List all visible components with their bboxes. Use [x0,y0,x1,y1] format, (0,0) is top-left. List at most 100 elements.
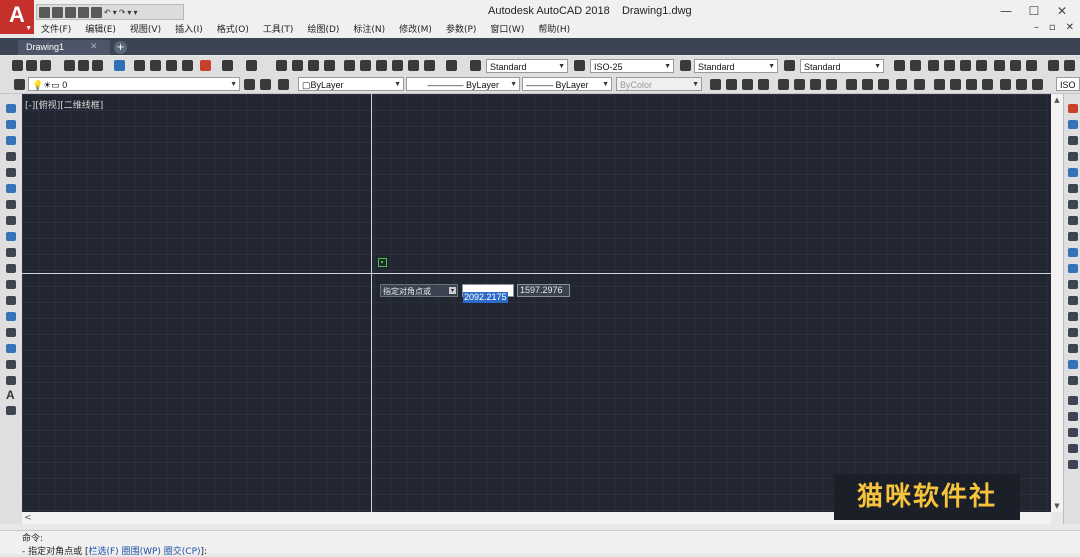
bring-to-front-icon[interactable] [1068,412,1078,421]
break-icon[interactable] [1068,296,1078,305]
revision-cloud-icon[interactable] [6,216,16,225]
dimension-text-edit-icon[interactable] [1016,79,1027,90]
add-selected-icon[interactable] [6,406,16,415]
ordinate-icon[interactable] [758,79,769,90]
send-to-back-icon[interactable] [1068,428,1078,437]
menu-file[interactable]: 文件(F) [34,22,78,38]
menu-insert[interactable]: 插入(I) [168,22,210,38]
new-icon[interactable] [12,60,23,71]
mirror-icon[interactable] [1068,136,1078,145]
offset-icon[interactable] [1068,152,1078,161]
aligned-dimension-icon[interactable] [726,79,737,90]
menu-format[interactable]: 格式(O) [210,22,256,38]
inspection-icon[interactable] [966,79,977,90]
layer-properties-icon[interactable] [14,79,25,90]
zoom-realtime-icon[interactable] [292,60,303,71]
fillet-icon[interactable] [1068,344,1078,353]
menu-parametric[interactable]: 参数(P) [439,22,483,38]
ellipse-arc-icon[interactable] [6,264,16,273]
layer-previous-icon[interactable] [260,79,271,90]
text-style-select[interactable]: Standard ▼ [486,59,568,73]
close-tab-icon[interactable]: ✕ [90,40,98,55]
hatch-icon[interactable] [6,328,16,337]
command-option-wpolygon[interactable]: 圈围(WP) [122,547,161,557]
jogged-icon[interactable] [794,79,805,90]
undo-dropdown-icon[interactable]: ▾ [113,8,117,17]
open-icon[interactable] [52,6,63,18]
lineweight-select[interactable]: ——— ByLayer ▼ [522,77,612,91]
linetype-select[interactable]: ———— ByLayer ▼ [406,77,520,91]
doc-close-button[interactable]: ✕ [1066,22,1074,33]
arc-icon[interactable] [6,184,16,193]
redo-dropdown-icon[interactable]: ▾ [127,8,131,17]
linear-dimension-icon[interactable] [710,79,721,90]
dimension-space-icon[interactable] [896,79,907,90]
menu-edit[interactable]: 编辑(E) [78,22,123,38]
explode-icon[interactable] [1068,376,1078,385]
mleader-style-icon[interactable] [784,60,795,71]
find-icon[interactable] [928,60,939,71]
dim-style-quick-select[interactable]: ISO [1056,77,1080,91]
properties-icon[interactable] [344,60,355,71]
text-edit-icon[interactable] [910,60,921,71]
polygon-icon[interactable] [6,152,16,161]
print-icon[interactable] [64,60,75,71]
dimension-icon[interactable] [1048,60,1059,71]
construction-line-icon[interactable] [6,120,16,129]
close-button[interactable]: ✕ [1052,3,1072,19]
match-properties-icon[interactable] [182,60,193,71]
table-icon[interactable] [6,376,16,385]
redo-icon[interactable]: ↷ [119,8,126,17]
application-menu-button[interactable]: A ▼ [0,0,34,34]
help-icon[interactable] [446,60,457,71]
tool-palettes-icon[interactable] [376,60,387,71]
jogged-linear-icon[interactable] [982,79,993,90]
break-at-point-icon[interactable] [1068,280,1078,289]
mtext-icon[interactable] [1010,60,1021,71]
pan-icon[interactable] [276,60,287,71]
erase-icon[interactable] [1068,104,1078,113]
dynamic-input-options-icon[interactable]: ▾ [449,287,456,294]
scroll-down-icon[interactable]: ▼ [1051,500,1063,512]
multileader-style-select[interactable]: Standard ▼ [800,59,884,73]
redo-icon[interactable] [246,60,257,71]
command-option-cpolygon[interactable]: 圈交(CP) [164,547,201,557]
extend-icon[interactable] [1068,264,1078,273]
scroll-left-icon[interactable]: < [24,512,32,524]
scale-icon[interactable] [1068,216,1078,225]
vertical-scrollbar[interactable] [1051,94,1063,512]
scroll-up-icon[interactable]: ▲ [1051,94,1063,106]
rotate-icon[interactable] [1068,200,1078,209]
scale-text-icon[interactable] [960,60,971,71]
trim-icon[interactable] [1068,248,1078,257]
viewport-controls[interactable]: [-][俯视][二维线框] [25,98,103,111]
mtext-icon[interactable]: A [6,388,15,402]
insert-block-icon[interactable] [6,280,16,289]
menu-tools[interactable]: 工具(T) [256,22,301,38]
drawing-canvas[interactable] [22,94,1051,512]
menu-dimension[interactable]: 标注(N) [346,22,392,38]
line-icon[interactable] [6,104,16,113]
minimize-button[interactable]: — [996,3,1016,19]
dimension-break-icon[interactable] [914,79,925,90]
customize-qat-icon[interactable]: ▾ [133,8,137,17]
save-icon[interactable] [40,60,51,71]
open-icon[interactable] [26,60,37,71]
undo-icon[interactable]: ↶ [104,8,111,17]
angular-icon[interactable] [826,79,837,90]
radius-icon[interactable] [778,79,789,90]
arc-length-icon[interactable] [742,79,753,90]
plot-preview-icon[interactable] [78,60,89,71]
layer-select[interactable]: 💡☀▭ 0 ▼ [28,77,240,91]
spelling-icon[interactable] [944,60,955,71]
dim-style-icon[interactable] [574,60,585,71]
publish-icon[interactable] [92,60,103,71]
ellipse-icon[interactable] [6,248,16,257]
continue-icon[interactable] [878,79,889,90]
design-center-icon[interactable] [360,60,371,71]
dynamic-input-y-field[interactable]: 1597.2976 [517,284,570,297]
table-style-icon[interactable] [680,60,691,71]
gradient-icon[interactable] [6,344,16,353]
join-icon[interactable] [1068,312,1078,321]
tolerance-icon[interactable] [934,79,945,90]
